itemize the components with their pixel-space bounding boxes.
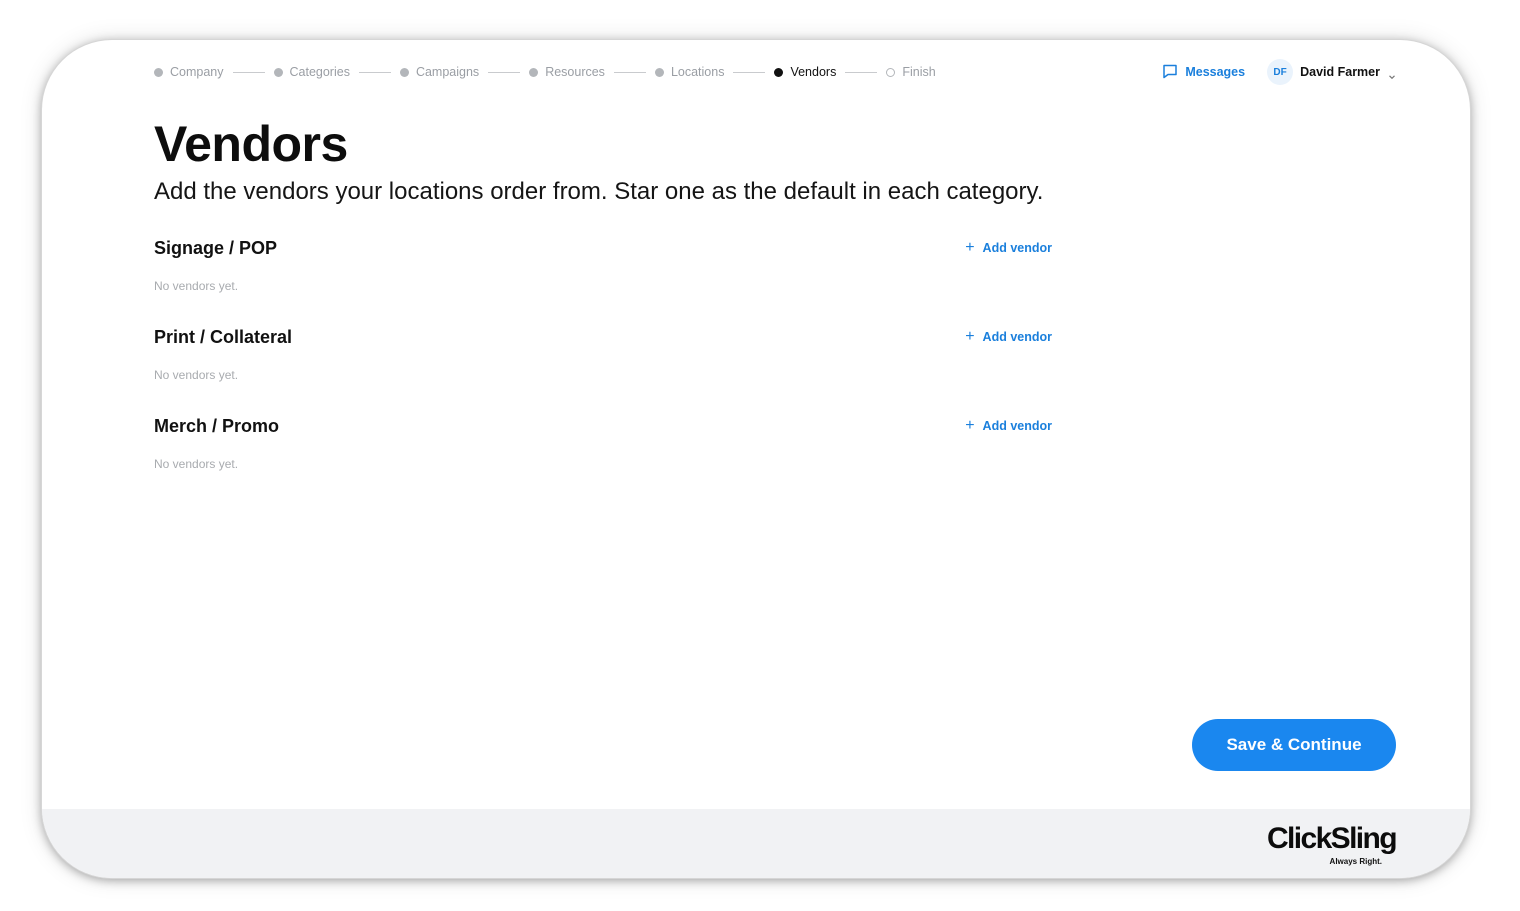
- step-connector: [845, 71, 878, 73]
- add-vendor-label: Add vendor: [982, 241, 1052, 255]
- step-label: Company: [170, 65, 224, 79]
- user-menu[interactable]: DF David Farmer: [1267, 59, 1396, 85]
- step-connector: [733, 71, 766, 73]
- empty-state-text: No vendors yet.: [154, 279, 239, 293]
- step-resources[interactable]: Resources: [529, 65, 605, 79]
- step-dot-done: [529, 67, 539, 77]
- step-dot-done: [273, 67, 283, 77]
- add-vendor-button[interactable]: + Add vendor: [965, 418, 1052, 434]
- footer: ClickSling Always Right.: [42, 809, 1470, 878]
- chevron-down-icon: [1388, 68, 1396, 80]
- step-connector: [358, 71, 391, 73]
- step-dot-pending: [886, 67, 896, 77]
- category-title: Signage / POP: [154, 238, 278, 258]
- step-label: Categories: [289, 65, 350, 79]
- logo-tagline: Always Right.: [1329, 857, 1382, 866]
- empty-state-text: No vendors yet.: [154, 457, 239, 471]
- avatar: DF: [1267, 59, 1294, 85]
- add-vendor-label: Add vendor: [982, 419, 1052, 433]
- step-label: Campaigns: [415, 65, 480, 79]
- category-title: Merch / Promo: [154, 416, 280, 436]
- step-label: Finish: [902, 65, 936, 79]
- category-section-merch: Merch / Promo + Add vendor No vendors ye…: [154, 414, 1052, 503]
- category-section-print: Print / Collateral + Add vendor No vendo…: [154, 325, 1052, 414]
- add-vendor-label: Add vendor: [982, 330, 1052, 344]
- brand-logo: ClickSling Always Right.: [1266, 822, 1398, 867]
- category-section-signage: Signage / POP + Add vendor No vendors ye…: [154, 236, 1052, 325]
- add-vendor-button[interactable]: + Add vendor: [965, 240, 1052, 256]
- header-actions: Messages DF David Farmer: [1162, 59, 1396, 85]
- step-vendors[interactable]: Vendors: [774, 65, 836, 79]
- logo-wordmark: ClickSling: [1266, 822, 1398, 855]
- plus-icon: +: [965, 328, 975, 345]
- progress-stepper: Company Categories Campaigns Resources L…: [154, 64, 936, 80]
- step-dot-done: [154, 67, 163, 77]
- add-vendor-button[interactable]: + Add vendor: [965, 329, 1052, 345]
- vendor-categories: Signage / POP + Add vendor No vendors ye…: [154, 236, 1052, 503]
- messages-label: Messages: [1185, 65, 1246, 79]
- step-locations[interactable]: Locations: [654, 65, 725, 79]
- step-connector: [232, 71, 265, 73]
- step-dot-active: [774, 67, 784, 77]
- category-title: Print / Collateral: [154, 327, 293, 347]
- plus-icon: +: [965, 239, 975, 256]
- step-finish[interactable]: Finish: [886, 65, 936, 79]
- step-label: Vendors: [790, 65, 837, 79]
- chat-bubble-icon: [1162, 63, 1178, 82]
- step-connector: [613, 71, 646, 73]
- step-dot-done: [654, 67, 664, 77]
- step-connector: [488, 71, 521, 73]
- step-company[interactable]: Company: [154, 65, 224, 79]
- step-campaigns[interactable]: Campaigns: [399, 65, 480, 79]
- plus-icon: +: [965, 417, 975, 434]
- step-dot-done: [399, 67, 409, 77]
- step-label: Locations: [670, 65, 725, 79]
- empty-state-text: No vendors yet.: [154, 368, 239, 382]
- page-title: Vendors: [154, 116, 348, 172]
- save-continue-button[interactable]: Save & Continue: [1192, 719, 1396, 771]
- step-label: Resources: [545, 65, 605, 79]
- app-window: Company Categories Campaigns Resources L…: [42, 40, 1470, 878]
- user-name: David Farmer: [1300, 65, 1380, 79]
- step-categories[interactable]: Categories: [273, 65, 350, 79]
- page-subtitle: Add the vendors your locations order fro…: [154, 178, 1044, 205]
- messages-link[interactable]: Messages: [1162, 63, 1245, 82]
